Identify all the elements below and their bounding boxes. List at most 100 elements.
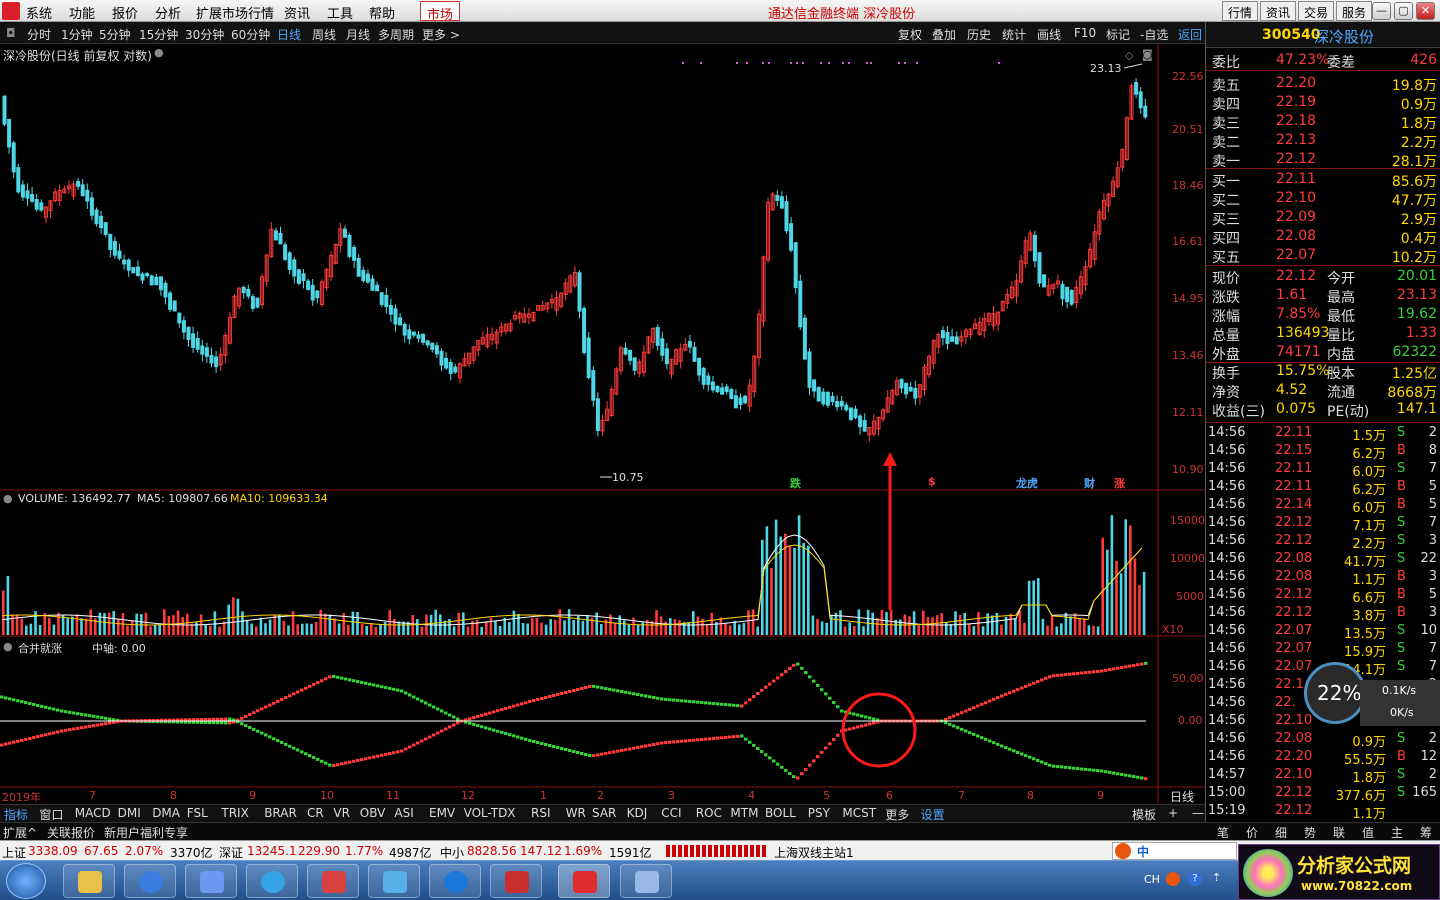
indicator-tab[interactable]: KDJ — [627, 806, 648, 820]
expand-button[interactable]: 扩展^ — [3, 824, 37, 841]
indicator-tab[interactable]: CCI — [661, 806, 681, 820]
net-speed-widget[interactable]: 22% — [1304, 662, 1366, 724]
indicator-tab[interactable]: EMV — [429, 806, 455, 820]
event-tag-dollar[interactable]: $ — [928, 475, 936, 488]
chart-canvas[interactable] — [0, 44, 1205, 804]
period-monthly[interactable]: 月线 — [346, 26, 370, 43]
taskbar-app-paint[interactable] — [307, 864, 359, 898]
period-weekly[interactable]: 周线 — [312, 26, 336, 43]
ime-mode[interactable]: 中 — [1137, 843, 1149, 860]
news-button[interactable]: 资讯 — [1260, 1, 1297, 21]
f10-button[interactable]: F10 — [1074, 26, 1096, 40]
minimize-icon[interactable]: — — [1372, 2, 1391, 20]
indicator-tab[interactable]: ASI — [394, 806, 413, 820]
indicator-tab[interactable]: MACD — [75, 806, 111, 820]
period-30min[interactable]: 30分钟 — [185, 26, 224, 43]
chart-area[interactable]: 深冷股份(日线 前复权 对数) ● ◇ ◙ 23.13 10.75 22.56 … — [0, 44, 1205, 804]
start-button[interactable] — [6, 863, 46, 899]
period-multi[interactable]: 多周期 — [378, 26, 414, 43]
period-1min[interactable]: 1分钟 — [61, 26, 93, 43]
right-panel-tab[interactable]: 细 — [1275, 824, 1287, 841]
taskbar-explorer[interactable] — [63, 864, 115, 898]
restore-icon[interactable]: ▢ — [1394, 2, 1413, 20]
indicator-tab[interactable]: VR — [333, 806, 350, 820]
indicator-tab[interactable]: OBV — [360, 806, 386, 820]
expand-icon[interactable]: ◙ — [1142, 48, 1153, 61]
event-tag-rise[interactable]: 涨 — [1114, 475, 1125, 491]
zx-index-name[interactable]: 中小 — [440, 844, 464, 861]
right-panel-tab[interactable]: 值 — [1362, 824, 1374, 841]
period-more[interactable]: 更多 > — [422, 26, 460, 43]
right-panel-tab[interactable]: 联 — [1333, 824, 1345, 841]
ime-toolbar[interactable]: 中 — [1112, 842, 1237, 860]
period-intraday[interactable]: 分时 — [27, 26, 51, 43]
sh-index-name[interactable]: 上证 — [2, 844, 26, 861]
right-panel-tab[interactable]: 势 — [1304, 824, 1316, 841]
indicator-toolbar-action[interactable]: — — [1192, 806, 1204, 820]
taskbar-app-chart[interactable] — [368, 864, 420, 898]
indicator-tab[interactable]: PSY — [808, 806, 830, 820]
taskbar-app-tdx[interactable] — [558, 864, 610, 898]
panel-toggle-icon[interactable]: ◘ — [6, 26, 16, 40]
taskbar-app-seal[interactable] — [490, 864, 542, 898]
indicator-tab[interactable]: BOLL — [765, 806, 796, 820]
menu-item-tools[interactable]: 工具 — [327, 3, 353, 22]
event-tag-drop[interactable]: 跌 — [790, 475, 801, 491]
overlay-button[interactable]: 叠加 — [932, 26, 956, 43]
menu-item-help[interactable]: 帮助 — [369, 3, 395, 22]
indicator-tab[interactable]: BRAR — [264, 806, 297, 820]
close-icon[interactable]: ✕ — [1416, 2, 1435, 20]
adjust-button[interactable]: 复权 — [898, 26, 922, 43]
draw-line-button[interactable]: 画线 — [1037, 26, 1061, 43]
sz-index-name[interactable]: 深证 — [219, 844, 243, 861]
sogou-ime-icon[interactable] — [1115, 843, 1131, 859]
mark-button[interactable]: 标记 — [1106, 26, 1130, 43]
server-station[interactable]: 上海双线主站1 — [774, 844, 854, 861]
indicator-toolbar-action[interactable]: 模板 — [1132, 806, 1156, 823]
indicator-tab[interactable]: RSI — [531, 806, 551, 820]
history-button[interactable]: 历史 — [967, 26, 991, 43]
indicator-tab[interactable]: SAR — [592, 806, 616, 820]
indicator-tab[interactable]: 窗口 — [39, 806, 63, 823]
indicator-tab[interactable]: TRIX — [221, 806, 248, 820]
menu-item-analysis[interactable]: 分析 — [155, 3, 181, 22]
taskbar-app-k[interactable] — [429, 864, 481, 898]
taskbar-app-bird[interactable] — [185, 864, 237, 898]
indicator-tab[interactable]: MCST — [842, 806, 876, 820]
indicator-toolbar-action[interactable]: + — [1168, 806, 1178, 820]
indicator-tab[interactable]: 设置 — [921, 806, 945, 823]
chart-options-icon[interactable]: ● — [154, 46, 164, 59]
period-daily[interactable]: 日线 — [277, 26, 301, 43]
menu-item-function[interactable]: 功能 — [69, 3, 95, 22]
indicator-tab[interactable]: WR — [566, 806, 586, 820]
indicator-tab[interactable]: DMA — [152, 806, 180, 820]
event-tag-dragon-tiger[interactable]: 龙虎 — [1016, 475, 1038, 491]
period-60min[interactable]: 60分钟 — [231, 26, 270, 43]
quote-button[interactable]: 行情 — [1222, 1, 1259, 21]
right-panel-tab[interactable]: 主 — [1391, 824, 1403, 841]
indicator-panel-icon[interactable]: ● — [3, 640, 13, 653]
diamond-icon[interactable]: ◇ — [1125, 49, 1133, 62]
period-15min[interactable]: 15分钟 — [139, 26, 178, 43]
indicator-tab[interactable]: 指标 — [4, 806, 28, 823]
indicator-tab[interactable]: DMI — [118, 806, 141, 820]
back-button[interactable]: 返回 — [1178, 26, 1202, 43]
watchlist-button[interactable]: -自选 — [1140, 26, 1168, 43]
right-panel-tab[interactable]: 价 — [1246, 824, 1258, 841]
indicator-tab[interactable]: CR — [307, 806, 324, 820]
service-button[interactable]: 服务 — [1336, 1, 1373, 21]
volume-panel-icon[interactable]: ● — [3, 492, 13, 505]
user-benefits-tab[interactable]: 新用户福利专享 — [104, 824, 188, 841]
taskbar-sogou[interactable] — [124, 864, 176, 898]
market-tab[interactable]: 市场 — [420, 1, 461, 23]
menu-item-quote[interactable]: 报价 — [112, 3, 138, 22]
menu-item-news[interactable]: 资讯 — [284, 3, 310, 22]
menu-item-extended-market[interactable]: 扩展市场行情 — [196, 3, 274, 22]
tray-help-icon[interactable]: ? — [1188, 872, 1202, 886]
indicator-tab[interactable]: 更多 — [885, 806, 909, 823]
taskbar-app-draw[interactable] — [620, 864, 672, 898]
tray-arrow-icon[interactable]: ⇡ — [1212, 871, 1221, 884]
statistics-button[interactable]: 统计 — [1002, 26, 1026, 43]
indicator-tab[interactable]: ROC — [696, 806, 722, 820]
indicator-tab[interactable]: VOL-TDX — [464, 806, 516, 820]
